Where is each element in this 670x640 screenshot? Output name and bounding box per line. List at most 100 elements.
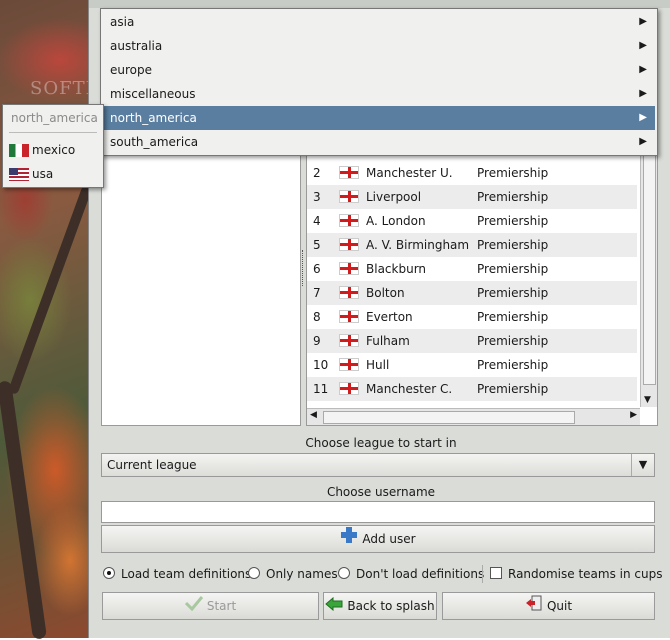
load-defs-label[interactable]: Load team definitions	[121, 567, 251, 581]
menu-item-mexico[interactable]: mexico	[3, 138, 103, 162]
team-cell: Bolton	[366, 286, 405, 300]
england-flag-icon	[339, 286, 359, 299]
team-table[interactable]: 2 Manchester U. Premiership 3 Liverpool Premi…	[306, 150, 658, 426]
menu-item-label: north_america	[110, 111, 197, 125]
quit-label: Quit	[546, 599, 573, 613]
scroll-right-icon[interactable]: ▶	[630, 410, 637, 420]
divider	[482, 565, 483, 583]
league-value: Current league	[107, 458, 197, 472]
menu-item-label: miscellaneous	[110, 87, 196, 101]
dont-load-radio[interactable]	[338, 567, 350, 579]
plus-icon	[340, 526, 358, 553]
menu-item-label: europe	[110, 63, 152, 77]
scrollbar-thumb[interactable]	[323, 411, 575, 424]
add-user-button[interactable]: Add user	[101, 525, 655, 553]
table-row[interactable]: 6 Blackburn Premiership	[307, 257, 637, 281]
team-cell: A. V. Birmingham	[366, 238, 470, 252]
team-cell: Everton	[366, 310, 413, 324]
table-row[interactable]: 10 Hull Premiership	[307, 353, 637, 377]
window-titlebar	[89, 0, 670, 8]
north-america-submenu: north_america mexico usa	[2, 104, 104, 188]
menu-item-usa[interactable]: usa	[3, 162, 103, 186]
scroll-left-icon[interactable]: ◀	[310, 410, 317, 420]
add-user-label: Add user	[362, 532, 416, 546]
menu-item-label: mexico	[32, 143, 76, 157]
only-names-radio[interactable]	[248, 567, 260, 579]
england-flag-icon	[339, 214, 359, 227]
dropdown-arrow-icon[interactable]: ▼	[631, 454, 654, 476]
back-to-splash-button[interactable]: Back to splash	[323, 592, 437, 620]
rank-cell: 2	[313, 166, 321, 180]
league-cell: Premiership	[477, 262, 549, 276]
menu-item-miscellaneous[interactable]: miscellaneous ▶	[101, 82, 655, 106]
start-button[interactable]: Start	[102, 592, 319, 620]
menu-item-australia[interactable]: australia ▶	[101, 34, 655, 58]
league-cell: Premiership	[477, 190, 549, 204]
submenu-arrow-icon: ▶	[639, 136, 647, 147]
menu-item-south-america[interactable]: south_america ▶	[101, 130, 655, 154]
submenu-arrow-icon: ▶	[639, 64, 647, 75]
back-arrow-icon	[325, 594, 343, 620]
table-row[interactable]: 7 Bolton Premiership	[307, 281, 637, 305]
england-flag-icon	[339, 334, 359, 347]
menu-item-asia[interactable]: asia ▶	[101, 10, 655, 34]
back-label: Back to splash	[347, 599, 435, 613]
league-label: Choose league to start in	[305, 436, 457, 450]
menu-item-label: australia	[110, 39, 163, 53]
league-cell: Premiership	[477, 334, 549, 348]
team-cell: Liverpool	[366, 190, 422, 204]
submenu-arrow-icon: ▶	[639, 40, 647, 51]
rank-cell: 6	[313, 262, 321, 276]
submenu-arrow-icon: ▶	[639, 112, 647, 123]
username-input[interactable]	[101, 501, 655, 523]
load-defs-radio[interactable]	[103, 567, 115, 579]
horizontal-scrollbar[interactable]: ◀ ▶	[307, 408, 640, 425]
table-row[interactable]: 3 Liverpool Premiership	[307, 185, 637, 209]
exit-door-icon	[525, 594, 543, 620]
league-cell: Premiership	[477, 310, 549, 324]
england-flag-icon	[339, 310, 359, 323]
submenu-title: north_america	[11, 111, 98, 125]
england-flag-icon	[339, 262, 359, 275]
dont-load-label[interactable]: Don't load definitions	[356, 567, 484, 581]
league-combobox[interactable]: Current league ▼	[101, 453, 655, 477]
scrollbar-thumb[interactable]	[643, 155, 656, 385]
randomise-checkbox[interactable]	[490, 567, 502, 579]
table-row[interactable]: 4 A. London Premiership	[307, 209, 637, 233]
league-cell: Premiership	[477, 214, 549, 228]
submenu-arrow-icon: ▶	[639, 16, 647, 27]
league-cell: Premiership	[477, 238, 549, 252]
table-row[interactable]: 8 Everton Premiership	[307, 305, 637, 329]
menu-item-label: south_america	[110, 135, 199, 149]
league-cell: Premiership	[477, 358, 549, 372]
team-cell: Blackburn	[366, 262, 427, 276]
rank-cell: 8	[313, 310, 321, 324]
rank-cell: 7	[313, 286, 321, 300]
league-cell: Premiership	[477, 382, 549, 396]
england-flag-icon	[339, 382, 359, 395]
randomise-label[interactable]: Randomise teams in cups	[508, 567, 663, 581]
england-flag-icon	[339, 238, 359, 251]
rank-cell: 10	[313, 358, 329, 372]
only-names-label[interactable]: Only names	[266, 567, 338, 581]
country-list-panel[interactable]	[101, 150, 301, 426]
rank-cell: 5	[313, 238, 321, 252]
scroll-down-icon[interactable]: ▼	[644, 395, 651, 405]
table-row[interactable]: 9 Fulham Premiership	[307, 329, 637, 353]
england-flag-icon	[339, 166, 359, 179]
vertical-scrollbar[interactable]: ▼	[640, 151, 657, 407]
quit-button[interactable]: Quit	[442, 592, 655, 620]
username-label: Choose username	[326, 485, 436, 499]
tree-branch	[0, 380, 48, 640]
team-cell: A. London	[366, 214, 426, 228]
league-cell: Premiership	[477, 166, 549, 180]
england-flag-icon	[339, 358, 359, 371]
team-cell: Manchester U.	[366, 166, 453, 180]
table-row[interactable]: 5 A. V. Birmingham Premiership	[307, 233, 637, 257]
menu-item-north-america[interactable]: north_america ▶	[101, 106, 655, 130]
menu-item-europe[interactable]: europe ▶	[101, 58, 655, 82]
divider	[9, 132, 97, 133]
table-row[interactable]: 2 Manchester U. Premiership	[307, 161, 637, 185]
table-row[interactable]: 11 Manchester C. Premiership	[307, 377, 637, 401]
tree-branch	[7, 184, 93, 396]
